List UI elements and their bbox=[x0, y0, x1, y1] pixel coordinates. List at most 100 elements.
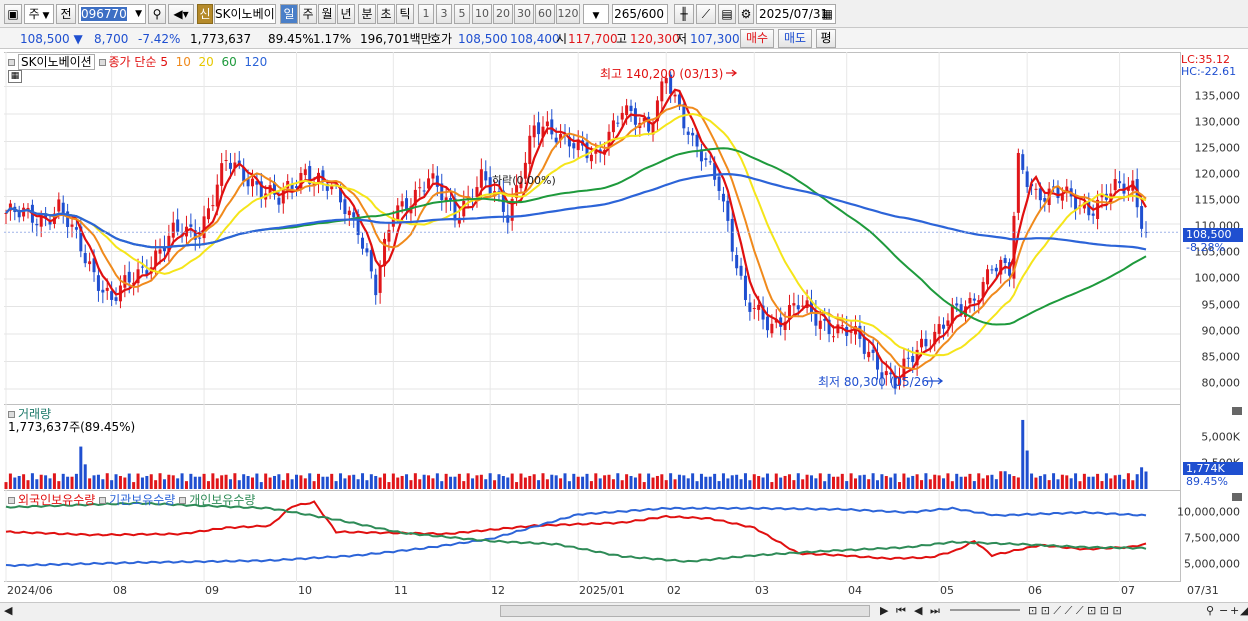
candle-body bbox=[616, 122, 620, 124]
price-panel-legend: SK이노베이션 종가 단순 5 10 20 60 120 bbox=[8, 53, 267, 70]
candle-body bbox=[250, 178, 254, 187]
volume-bar bbox=[286, 473, 290, 489]
volume-bar bbox=[1113, 475, 1117, 489]
scroll-thumb[interactable] bbox=[500, 605, 870, 617]
x-tick-label: 05 bbox=[940, 584, 954, 597]
volume-bar bbox=[682, 475, 686, 489]
candle-body bbox=[110, 291, 114, 300]
volume-bar bbox=[189, 473, 193, 489]
volume-bar bbox=[915, 474, 919, 489]
candle-body bbox=[625, 105, 629, 116]
volume-bar bbox=[224, 474, 228, 489]
volume-bar bbox=[554, 475, 558, 489]
candle-body bbox=[35, 223, 39, 226]
volume-bar bbox=[44, 475, 48, 489]
price-chart[interactable] bbox=[0, 0, 1248, 621]
volume-bar bbox=[669, 473, 673, 489]
price-tick: 135,000 bbox=[1194, 89, 1241, 103]
candle-body bbox=[686, 131, 690, 135]
volume-bar bbox=[787, 474, 791, 489]
volume-bar bbox=[757, 476, 761, 489]
volume-bar bbox=[739, 479, 743, 489]
volume-bar bbox=[942, 478, 946, 489]
holding-tick: 7,500,000 bbox=[1184, 531, 1240, 545]
volume-bar bbox=[352, 474, 356, 489]
volume-bar bbox=[250, 477, 254, 489]
volume-bar bbox=[867, 479, 871, 489]
candle-body bbox=[717, 176, 721, 191]
volume-bar bbox=[383, 473, 387, 489]
volume-bar bbox=[994, 479, 998, 489]
volume-bar bbox=[519, 473, 523, 489]
volume-bar bbox=[607, 474, 611, 489]
volume-bar bbox=[1082, 473, 1086, 489]
candle-body bbox=[871, 349, 875, 353]
volume-bar bbox=[647, 473, 651, 489]
scroll-end-icon[interactable]: ◢ bbox=[1240, 604, 1248, 618]
volume-bar bbox=[1003, 471, 1007, 489]
candle-body bbox=[1016, 152, 1020, 213]
volume-bar bbox=[127, 473, 131, 489]
zoom-slider[interactable] bbox=[950, 609, 1020, 611]
volume-bar bbox=[475, 475, 479, 489]
candle-body bbox=[211, 205, 215, 207]
candle-body bbox=[589, 154, 593, 162]
volume-bar bbox=[977, 473, 981, 489]
candle-body bbox=[74, 227, 78, 230]
first-page-icon[interactable]: ⏮ bbox=[896, 604, 906, 618]
volume-bar bbox=[396, 477, 400, 489]
ma-label: 종가 단순 bbox=[108, 55, 157, 69]
volume-bar bbox=[1087, 476, 1091, 489]
volume-bar bbox=[699, 473, 703, 489]
candle-body bbox=[39, 216, 43, 227]
volume-bar bbox=[343, 478, 347, 489]
volume-bar bbox=[567, 481, 571, 489]
volume-bar bbox=[1065, 475, 1069, 489]
tool-icons[interactable]: ⊡ ⊡ ⟋ ⟋ ⟋ ⊡ ⊡ ⊡ bbox=[1028, 604, 1122, 618]
volume-bar bbox=[74, 473, 78, 489]
volume-bar bbox=[809, 475, 813, 489]
volume-bar bbox=[603, 475, 607, 489]
volume-bar bbox=[1021, 419, 1025, 489]
volume-bar bbox=[136, 473, 140, 489]
volume-bar bbox=[167, 474, 171, 489]
candle-body bbox=[633, 108, 637, 125]
volume-bar bbox=[528, 475, 532, 489]
scroll-left-icon[interactable]: ◀ bbox=[4, 604, 12, 618]
volume-bar bbox=[409, 480, 413, 489]
holding-tick: 5,000,000 bbox=[1184, 557, 1240, 571]
volume-bar bbox=[792, 480, 796, 489]
volume-bar bbox=[510, 473, 514, 489]
volume-bar bbox=[66, 476, 70, 489]
candle-body bbox=[537, 122, 541, 135]
volume-bar bbox=[572, 473, 576, 489]
table-icon[interactable]: ▦ bbox=[8, 70, 22, 83]
volume-bar bbox=[660, 474, 664, 489]
volume-bar bbox=[387, 482, 391, 489]
next-page-icon[interactable]: ⏭ bbox=[930, 604, 940, 618]
volume-bar bbox=[541, 473, 545, 489]
volume-bar bbox=[48, 478, 52, 489]
candle-body bbox=[347, 210, 351, 216]
zoom-icon[interactable]: ⚲ bbox=[1206, 604, 1214, 618]
candle-body bbox=[352, 212, 356, 218]
zoom-in-icon[interactable]: + bbox=[1230, 604, 1239, 618]
prev-page-icon[interactable]: ◀ bbox=[914, 604, 922, 618]
volume-bar bbox=[427, 475, 431, 489]
volume-bar bbox=[955, 473, 959, 489]
candle-body bbox=[70, 224, 74, 227]
volume-bar bbox=[114, 474, 118, 489]
scroll-right-icon[interactable]: ▶ bbox=[880, 604, 888, 618]
volume-bar bbox=[453, 476, 457, 489]
volume-bar bbox=[523, 477, 527, 489]
candle-body bbox=[924, 338, 928, 347]
candle-body bbox=[691, 132, 695, 136]
volume-bar bbox=[312, 481, 316, 489]
volume-bar bbox=[272, 475, 276, 489]
candle-body bbox=[206, 208, 210, 220]
candle-body bbox=[484, 171, 488, 181]
zoom-out-icon[interactable]: − bbox=[1219, 604, 1228, 618]
candle-body bbox=[88, 261, 92, 265]
candle-body bbox=[22, 207, 26, 217]
ma5-label: 5 bbox=[160, 55, 168, 69]
